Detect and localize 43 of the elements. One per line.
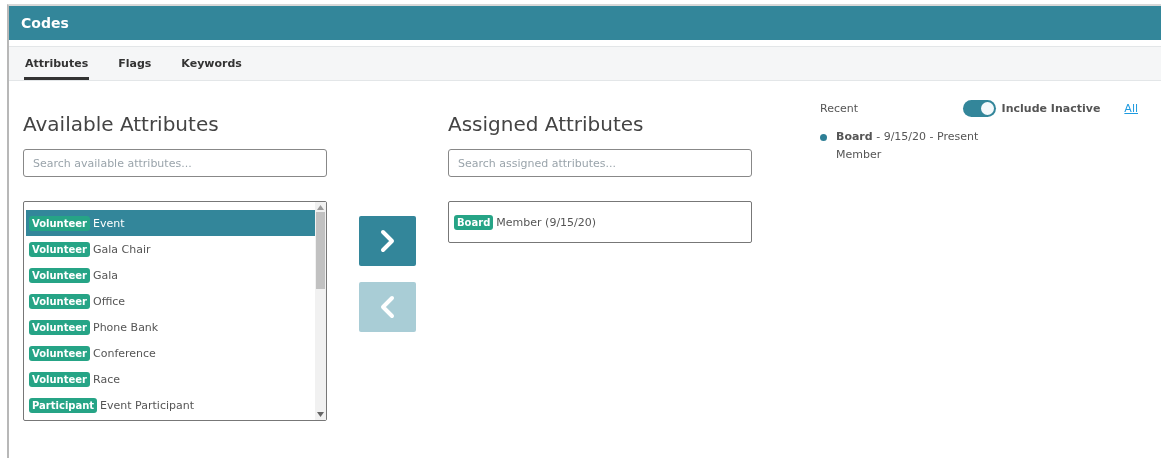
- tab[interactable]: Attributes: [24, 47, 90, 80]
- list-item[interactable]: Volunteer Gala Chair: [26, 236, 315, 262]
- category-tag: Volunteer: [29, 293, 90, 309]
- item-label: Member (9/15/20): [496, 215, 597, 229]
- item-label: Conference: [93, 346, 156, 360]
- section-title: Available Attributes: [23, 112, 220, 136]
- item-label: Office: [93, 294, 126, 308]
- entry-subtitle: Member: [836, 148, 883, 161]
- item-label: Race: [93, 372, 120, 386]
- tab[interactable]: Flags: [117, 47, 153, 80]
- category-tag: Volunteer: [29, 267, 90, 283]
- list-item[interactable]: Volunteer Phone Bank: [26, 314, 315, 340]
- section-title: Assigned Attributes: [448, 112, 645, 136]
- category-tag: Volunteer: [29, 215, 90, 231]
- entry-title: Board - 9/15/20 - Present: [836, 130, 979, 143]
- add-button[interactable]: [359, 216, 416, 266]
- category-tag: Volunteer: [29, 371, 90, 387]
- category-tag: Volunteer: [29, 319, 90, 335]
- tab[interactable]: Keywords: [180, 47, 243, 80]
- scroll-thumb[interactable]: [316, 212, 325, 289]
- item-label: Gala Chair: [93, 242, 151, 256]
- category-tag: Participant: [29, 397, 98, 413]
- recent-label: Recent: [820, 102, 859, 115]
- item-label: Event Participant: [100, 398, 194, 412]
- item-label: Phone Bank: [93, 320, 159, 334]
- list-item[interactable]: Volunteer Race: [26, 366, 315, 392]
- page-title: Codes: [21, 15, 69, 31]
- category-tag: Volunteer: [29, 241, 90, 257]
- category-tag: Board: [454, 214, 494, 230]
- search-field[interactable]: Search available attributes...: [23, 149, 327, 177]
- item-label: Gala: [93, 268, 119, 282]
- category-tag: Volunteer: [29, 345, 90, 361]
- list-item[interactable]: Volunteer Gala: [26, 262, 315, 288]
- scroll-up-icon[interactable]: [317, 205, 324, 210]
- item-label: Event: [93, 216, 125, 230]
- search-field[interactable]: Search assigned attributes...: [448, 149, 752, 177]
- list-item[interactable]: Participant Event Participant: [26, 392, 315, 418]
- list-item[interactable]: Volunteer Conference: [26, 340, 315, 366]
- scroll-down-icon[interactable]: [317, 412, 324, 417]
- toggle-label: Include Inactive: [1001, 102, 1101, 115]
- scrollbar[interactable]: [315, 202, 326, 420]
- list-item[interactable]: Volunteer Event: [26, 210, 315, 236]
- list-item[interactable]: Volunteer Office: [26, 288, 315, 314]
